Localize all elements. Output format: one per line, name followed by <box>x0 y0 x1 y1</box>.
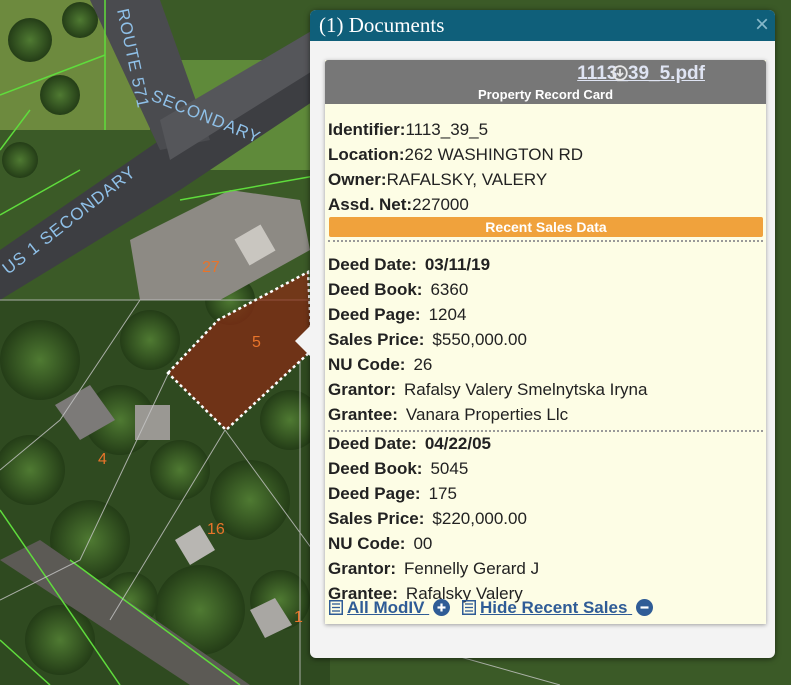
field-location: Location:262 WASHINGTON RD <box>328 145 583 165</box>
card-header: 1113_39_5.pdf Property Record Card <box>325 60 766 104</box>
sale-2-deed-book: Deed Book: 5045 <box>328 459 468 479</box>
sale-1-deed-date: Deed Date: 03/11/19 <box>328 255 490 275</box>
field-value: RAFALSKY, VALERY <box>386 170 548 189</box>
sale-1-grantor: Grantor: Rafalsy Valery Smelnytska Iryna <box>328 380 647 400</box>
sale-1-grantee: Grantee: Vanara Properties Llc <box>328 405 568 425</box>
sale-1-sales-price: Sales Price: $550,000.00 <box>328 330 527 350</box>
sale-2-sales-price: Sales Price: $220,000.00 <box>328 509 527 529</box>
sale-label: Deed Date: <box>328 434 417 453</box>
field-label: Location: <box>328 145 405 164</box>
sale-value: 00 <box>413 534 433 553</box>
sale-2-deed-date: Deed Date: 04/22/05 <box>328 434 491 454</box>
list-icon <box>329 600 343 615</box>
sale-value: 26 <box>413 355 433 374</box>
field-value: 262 WASHINGTON RD <box>404 145 584 164</box>
sale-label: Deed Book: <box>328 459 423 478</box>
sale-value: 04/22/05 <box>424 434 491 453</box>
sale-value: Fennelly Gerard J <box>404 559 540 578</box>
sale-2-nu-code: NU Code: 00 <box>328 534 432 554</box>
sale-label: Deed Page: <box>328 484 421 503</box>
documents-popup: (1) Documents × 1113_39_5.pdf Property R… <box>295 10 775 658</box>
divider <box>328 430 763 432</box>
card-subtitle: Property Record Card <box>477 87 614 102</box>
sale-label: Deed Date: <box>328 255 417 274</box>
popup-header: (1) Documents × <box>310 10 775 41</box>
hide-recent-sales-link[interactable]: Hide Recent Sales <box>462 598 654 618</box>
all-modiv-link[interactable]: All ModIV <box>329 598 451 618</box>
lot-label-4: 4 <box>98 451 107 468</box>
lot-label-5: 5 <box>252 334 261 351</box>
lot-label-16: 16 <box>207 521 225 538</box>
sale-value: Rafalsy Valery Smelnytska Iryna <box>404 380 648 399</box>
hide-recent-sales-label: Hide Recent Sales <box>480 598 628 617</box>
minus-circle-icon <box>636 599 654 616</box>
field-assd-net: Assd. Net:227000 <box>328 195 469 215</box>
sale-value: 03/11/19 <box>424 255 491 274</box>
close-button[interactable]: × <box>755 10 769 40</box>
plus-circle-icon <box>433 599 451 616</box>
field-label: Owner: <box>328 170 387 189</box>
sale-label: NU Code: <box>328 534 406 553</box>
sale-label: Deed Book: <box>328 280 423 299</box>
sale-label: Grantor: <box>328 559 396 578</box>
property-record-card: 1113_39_5.pdf Property Record Card Ident… <box>325 60 766 624</box>
field-identifier: Identifier:1113_39_5 <box>328 120 488 140</box>
sale-1-nu-code: NU Code: 26 <box>328 355 432 375</box>
field-label: Assd. Net: <box>328 195 413 214</box>
sale-2-deed-page: Deed Page: 175 <box>328 484 457 504</box>
sale-value: 5045 <box>430 459 469 478</box>
field-owner: Owner:RAFALSKY, VALERY <box>328 170 547 190</box>
field-label: Identifier: <box>328 120 406 139</box>
sale-1-deed-page: Deed Page: 1204 <box>328 305 466 325</box>
sale-2-grantor: Grantor: Fennelly Gerard J <box>328 559 539 579</box>
sale-value: 175 <box>428 484 457 503</box>
recent-sales-banner: Recent Sales Data <box>329 217 763 237</box>
popup-title: (1) Documents <box>319 13 445 37</box>
sale-label: Grantor: <box>328 380 396 399</box>
list-icon <box>462 600 476 615</box>
sale-value: Vanara Properties Llc <box>405 405 569 424</box>
sale-value: $550,000.00 <box>432 330 527 349</box>
field-value: 227000 <box>412 195 469 214</box>
sale-label: Sales Price: <box>328 509 425 528</box>
sale-label: Sales Price: <box>328 330 425 349</box>
download-icon[interactable] <box>612 65 628 81</box>
sale-1-deed-book: Deed Book: 6360 <box>328 280 468 300</box>
all-modiv-label: All ModIV <box>347 598 425 617</box>
sale-value: 1204 <box>428 305 467 324</box>
sale-label: Deed Page: <box>328 305 421 324</box>
pdf-link[interactable]: 1113_39_5.pdf <box>325 63 705 85</box>
sale-label: Grantee: <box>328 405 398 424</box>
popup-pointer <box>295 325 311 357</box>
sale-value: $220,000.00 <box>432 509 527 528</box>
field-value: 1113_39_5 <box>405 120 489 139</box>
sale-label: NU Code: <box>328 355 406 374</box>
sale-value: 6360 <box>430 280 469 299</box>
divider <box>328 240 763 242</box>
lot-label-1: 1 <box>294 609 303 626</box>
lot-label-27: 27 <box>202 259 220 276</box>
